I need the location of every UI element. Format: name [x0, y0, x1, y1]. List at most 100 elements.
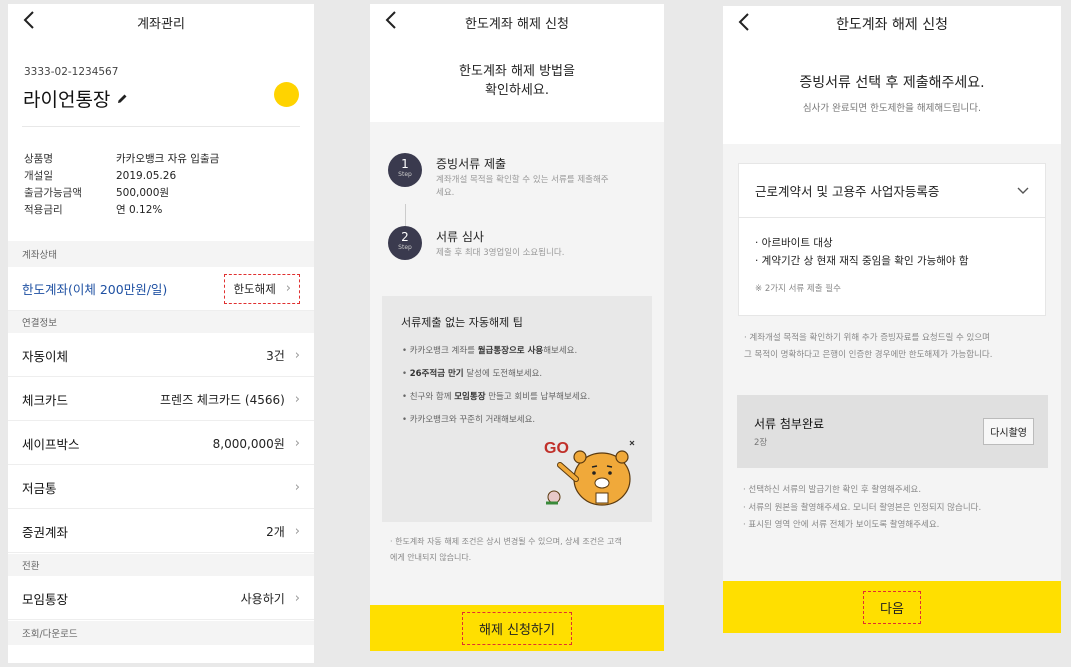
note-line: 그 목적이 명확하다고 은행이 인증한 경우에만 한도해제가 가능합니다.: [744, 350, 993, 360]
sticker-text: GO: [544, 440, 569, 457]
row-label: 체크카드: [22, 392, 69, 408]
tip-bold: 26주적금 만기: [409, 369, 464, 379]
row-value: 프렌즈 체크카드 (4566): [159, 392, 285, 407]
tip-item: • 카카오뱅크 계좌를 월급통장으로 사용해보세요.: [402, 346, 578, 356]
step-connector: [405, 204, 406, 226]
limit-release-method-screen: 한도계좌 해제 신청 한도계좌 해제 방법을 확인하세요. 1 Step 증빙서류…: [370, 4, 664, 651]
apply-release-button[interactable]: 해제 신청하기: [462, 611, 572, 645]
document-requirements: · 아르바이트 대상 · 계약기간 상 현재 재직 중임을 확인 가능해야 함: [755, 234, 969, 270]
step-badge: 1 Step: [388, 153, 422, 187]
linked-row-safe-box[interactable]: 세이프박스 8,000,000원 ›: [8, 422, 314, 465]
retake-button[interactable]: 다시촬영: [983, 418, 1034, 445]
row-label: 저금통: [22, 480, 57, 496]
info-label: 출금가능금액: [24, 187, 82, 199]
tip-text: 해보세요.: [543, 346, 578, 356]
chevron-right-icon: ›: [294, 435, 300, 451]
row-value: 2개: [266, 524, 285, 539]
pencil-icon[interactable]: [116, 93, 128, 105]
attachment-title: 서류 첨부완료: [754, 417, 825, 431]
next-button[interactable]: 다음: [863, 590, 921, 624]
section-subheading: 심사가 완료되면 한도제한을 해제해드립니다.: [802, 103, 982, 114]
account-number: 3333-02-1234567: [24, 66, 119, 78]
tip-item: • 26주적금 만기 달성에 도전해보세요.: [402, 369, 543, 379]
tip-bold: 월급통장으로 사용: [477, 346, 544, 356]
photo-guidelines: · 선택하신 서류의 발급기한 확인 후 촬영해주세요. · 서류의 원본을 촬…: [743, 482, 1053, 535]
row-value: 8,000,000원: [212, 436, 285, 451]
step-number: 1: [401, 157, 409, 171]
note-line: · 한도계좌 자동 해제 조건은 상시 변경될 수 있으며, 상세 조건은 고객: [390, 537, 622, 546]
method-heading: 한도계좌 해제 방법을 확인하세요.: [370, 62, 664, 100]
bottom-cta-bar: 다음: [723, 581, 1061, 633]
tip-text: 달성에 도전해보세요.: [463, 369, 543, 379]
linked-row-auto-transfer[interactable]: 자동이체 3건 ›: [8, 334, 314, 377]
info-value: 2019.05.26: [116, 169, 177, 182]
tip-text: 만들고 회비를 납부해보세요.: [485, 392, 591, 402]
linked-row-piggy-bank[interactable]: 저금통 ›: [8, 466, 314, 509]
tip-text: 카카오뱅크와 꾸준히 거래해보세요.: [409, 415, 536, 425]
row-label: 모임통장: [22, 591, 69, 607]
page-title: 한도계좌 해제 신청: [465, 17, 569, 32]
limit-account-row[interactable]: 한도계좌(이체 200만원/일) 한도해제 ›: [8, 267, 314, 311]
tip-bold: 모임통장: [454, 392, 486, 402]
section-header-convert: 전환: [8, 554, 314, 576]
attachment-count: 2장: [754, 438, 768, 448]
document-submit-screen: 한도계좌 해제 신청 증빙서류 선택 후 제출해주세요. 심사가 완료되면 한도…: [723, 6, 1061, 633]
limit-release-label: 한도해제: [233, 281, 276, 296]
account-name-text: 라이언통장: [23, 89, 111, 111]
chevron-down-icon: [1017, 187, 1029, 194]
step-desc-line: 세요.: [436, 188, 455, 198]
note-line: · 계좌개설 목적을 확인하기 위해 추가 증빙자료를 요청드릴 수 있으며: [744, 333, 990, 343]
group-account-row[interactable]: 모임통장 사용하기 ›: [8, 577, 314, 620]
row-value: 사용하기: [240, 591, 285, 606]
info-label: 개설일: [24, 170, 53, 182]
row-label: 자동이체: [22, 348, 69, 364]
limit-account-label: 한도계좌(이체 200만원/일): [22, 282, 168, 297]
requirement-item: · 아르바이트 대상: [755, 237, 833, 249]
tip-list: • 카카오뱅크 계좌를 월급통장으로 사용해보세요. • 26주적금 만기 달성…: [402, 344, 590, 436]
section-header-status: 계좌상태: [8, 241, 314, 267]
info-row: 상품명 카카오뱅크 자유 입출금: [24, 150, 219, 167]
guideline-item: · 서류의 원본을 촬영해주세요. 모니터 촬영본은 인정되지 않습니다.: [743, 502, 982, 513]
ryan-character-icon: GO: [544, 440, 635, 506]
step-caption: Step: [398, 171, 412, 178]
chevron-right-icon: ›: [294, 590, 300, 606]
account-info: 상품명 카카오뱅크 자유 입출금 개설일 2019.05.26 출금가능금액 500,…: [24, 150, 219, 218]
linked-row-check-card[interactable]: 체크카드 프렌즈 체크카드 (4566) ›: [8, 378, 314, 421]
account-management-screen: 계좌관리 3333-02-1234567 라이언통장 상품명 카카오뱅크 자유 입…: [8, 4, 314, 663]
step-description: 제출 후 최대 3영업일이 소요됩니다.: [436, 248, 565, 258]
step-title: 증빙서류 제출: [436, 157, 507, 171]
tip-title: 서류제출 없는 자동해제 팁: [401, 316, 523, 329]
coin-icon: [274, 82, 299, 107]
page-title: 계좌관리: [137, 17, 185, 32]
document-type-dropdown[interactable]: 근로계약서 및 고용주 사업자등록증: [739, 164, 1045, 218]
guideline-item: · 선택하신 서류의 발급기한 확인 후 촬영해주세요.: [743, 485, 922, 495]
chevron-right-icon: ›: [294, 523, 300, 539]
auto-release-note: · 한도계좌 자동 해제 조건은 상시 변경될 수 있으며, 상세 조건은 고객…: [390, 534, 652, 566]
extra-evidence-note: · 계좌개설 목적을 확인하기 위해 추가 증빙자료를 요청드릴 수 있으며그 …: [744, 330, 1044, 364]
section-heading: 증빙서류 선택 후 제출해주세요.: [799, 75, 985, 91]
document-select-box: 근로계약서 및 고용주 사업자등록증 · 아르바이트 대상 · 계약기간 상 현…: [738, 163, 1046, 316]
info-value: 연 0.12%: [116, 204, 163, 216]
attachment-status-card: 서류 첨부완료 2장 다시촬영: [737, 395, 1048, 468]
guideline-item: · 표시된 영역 안에 서류 전체가 보이도록 촬영해주세요.: [743, 520, 940, 530]
section-header-download: 조회/다운로드: [8, 621, 314, 645]
tip-text: 카카오뱅크 계좌를: [409, 346, 478, 356]
divider: [22, 126, 300, 127]
row-label: 증권계좌: [22, 524, 69, 540]
header: 한도계좌 해제 신청: [723, 6, 1061, 40]
chevron-right-icon: ›: [294, 479, 300, 495]
step-title: 서류 심사: [436, 230, 484, 244]
limit-release-button[interactable]: 한도해제 ›: [224, 273, 300, 304]
tip-text: 친구와 함께: [409, 392, 455, 402]
bottom-cta-bar: 해제 신청하기: [370, 605, 664, 651]
page-title: 한도계좌 해제 신청: [836, 17, 948, 33]
document-type-label: 근로계약서 및 고용주 사업자등록증: [755, 184, 940, 199]
section-header-linked: 연결정보: [8, 311, 314, 333]
linked-row-securities[interactable]: 증권계좌 2개 ›: [8, 510, 314, 553]
info-row: 출금가능금액 500,000원: [24, 184, 219, 201]
info-label: 적용금리: [24, 204, 63, 216]
heading-line: 한도계좌 해제 방법을: [459, 64, 575, 79]
header: 한도계좌 해제 신청: [370, 4, 664, 38]
step-description: 계좌개설 목적을 확인할 수 있는 서류를 제출해주 세요.: [436, 174, 609, 200]
row-value: 3건: [266, 348, 285, 363]
